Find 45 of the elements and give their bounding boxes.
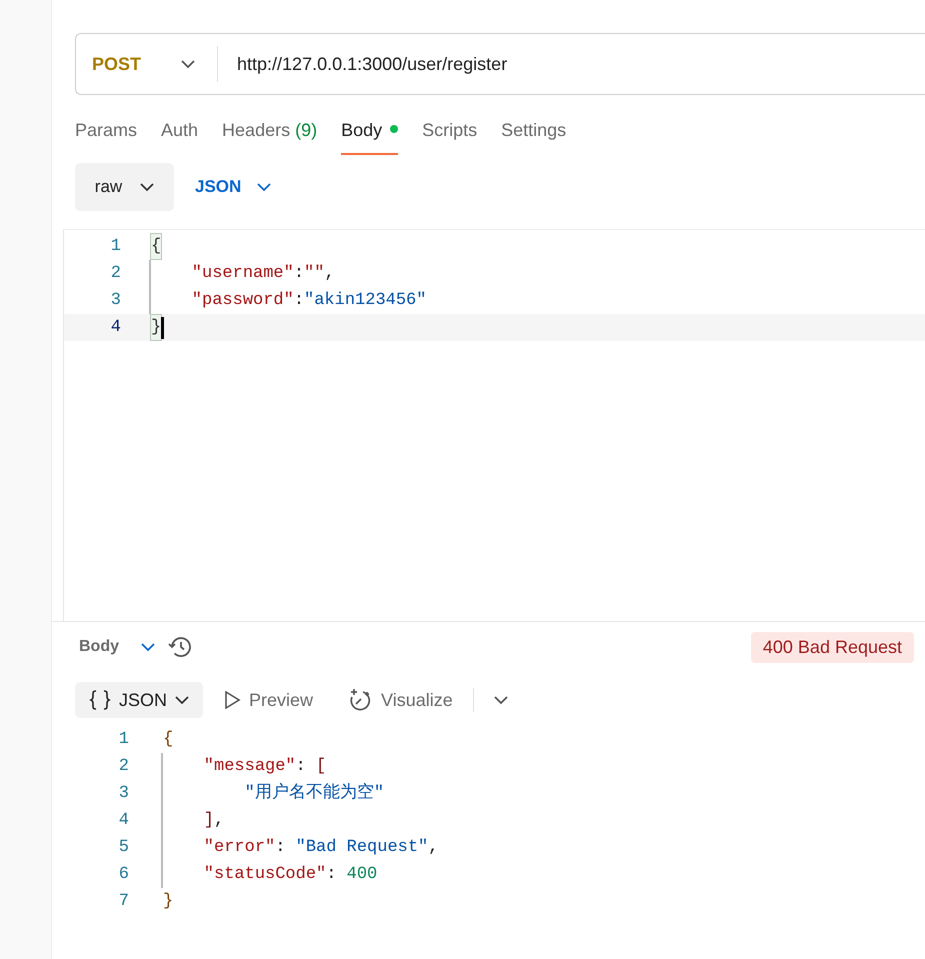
line-number: 2: [118, 756, 129, 778]
url-text[interactable]: http://127.0.0.1:3000/user/register: [218, 50, 508, 78]
line-number: 5: [118, 836, 129, 859]
line-number: 4: [110, 316, 121, 339]
request-tab[interactable]: Params: [75, 117, 138, 155]
code-line: "message": [: [161, 753, 326, 780]
status-badge: 400 Bad Request: [750, 632, 914, 662]
line-number: 3: [118, 782, 129, 805]
code-editor[interactable]: 1 { 2 "username":"", 3 "password":"akin123456" 4 }: [63, 229, 925, 621]
text-cursor: [161, 316, 164, 338]
line-number: 7: [118, 890, 129, 913]
response-section-dropdown[interactable]: Body: [75, 635, 159, 659]
chevron-down-icon: [257, 182, 272, 192]
chevron-down-icon: [175, 696, 190, 704]
code-line: ],: [161, 807, 224, 834]
chevron-down-icon: [141, 642, 155, 652]
view-mode-tab[interactable]: Visualize: [333, 682, 467, 718]
request-tab[interactable]: Headers (9): [222, 117, 318, 155]
code-line: "username":"",: [149, 260, 335, 287]
chevron-down-icon: [494, 696, 508, 704]
code-line: }: [162, 890, 174, 913]
line-number: 2: [110, 262, 121, 285]
request-tab[interactable]: Body: [341, 117, 398, 155]
braces-icon: [89, 689, 111, 711]
line-number: 6: [118, 864, 129, 886]
language-dropdown[interactable]: JSON: [189, 173, 278, 201]
line-number: 4: [118, 810, 129, 832]
code-line: "error": "Bad Request",: [161, 834, 438, 861]
line-number: 1: [118, 728, 129, 751]
method-dropdown[interactable]: POST: [76, 46, 218, 82]
line-number: 3: [110, 290, 121, 312]
body-mode-dropdown[interactable]: raw: [75, 163, 174, 211]
request-tab[interactable]: Auth: [161, 117, 198, 155]
view-mode-tab[interactable]: Preview: [209, 682, 328, 718]
code-line: {: [162, 728, 174, 751]
request-tab[interactable]: Scripts: [422, 117, 478, 155]
code-line: "用户名不能为空": [161, 780, 384, 807]
history-icon[interactable]: [167, 635, 193, 659]
play-icon: [223, 690, 242, 710]
chevron-down-icon: [181, 60, 196, 68]
code-line: "statusCode": 400: [161, 861, 378, 888]
request-tab[interactable]: Settings: [501, 117, 566, 155]
view-mode-tab[interactable]: JSON: [75, 682, 204, 718]
chevron-down-icon: [140, 182, 154, 192]
line-number: 1: [110, 236, 121, 258]
